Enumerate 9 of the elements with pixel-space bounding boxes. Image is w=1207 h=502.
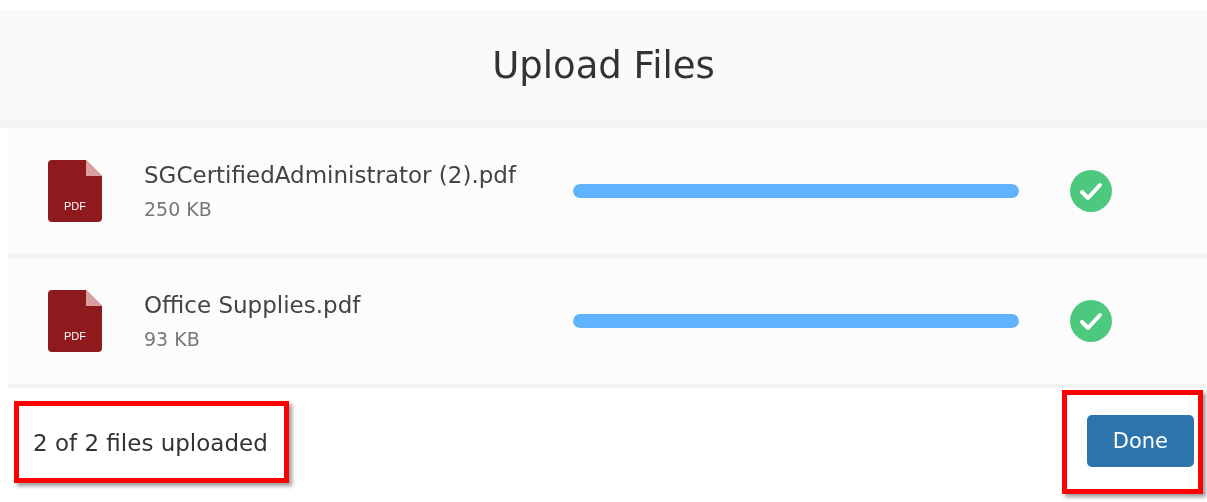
upload-status: 2 of 2 files uploaded (14, 401, 289, 483)
dialog-title: Upload Files (492, 43, 715, 87)
done-button[interactable]: Done (1086, 415, 1194, 467)
pdf-file-icon: PDF (48, 160, 102, 222)
file-name: Office Supplies.pdf (144, 292, 362, 318)
file-name: SGCertifiedAdministrator (2).pdf (144, 162, 518, 188)
file-size: 250 KB (144, 198, 213, 220)
pdf-file-icon: PDF (48, 290, 102, 352)
file-size: 93 KB (144, 328, 201, 350)
